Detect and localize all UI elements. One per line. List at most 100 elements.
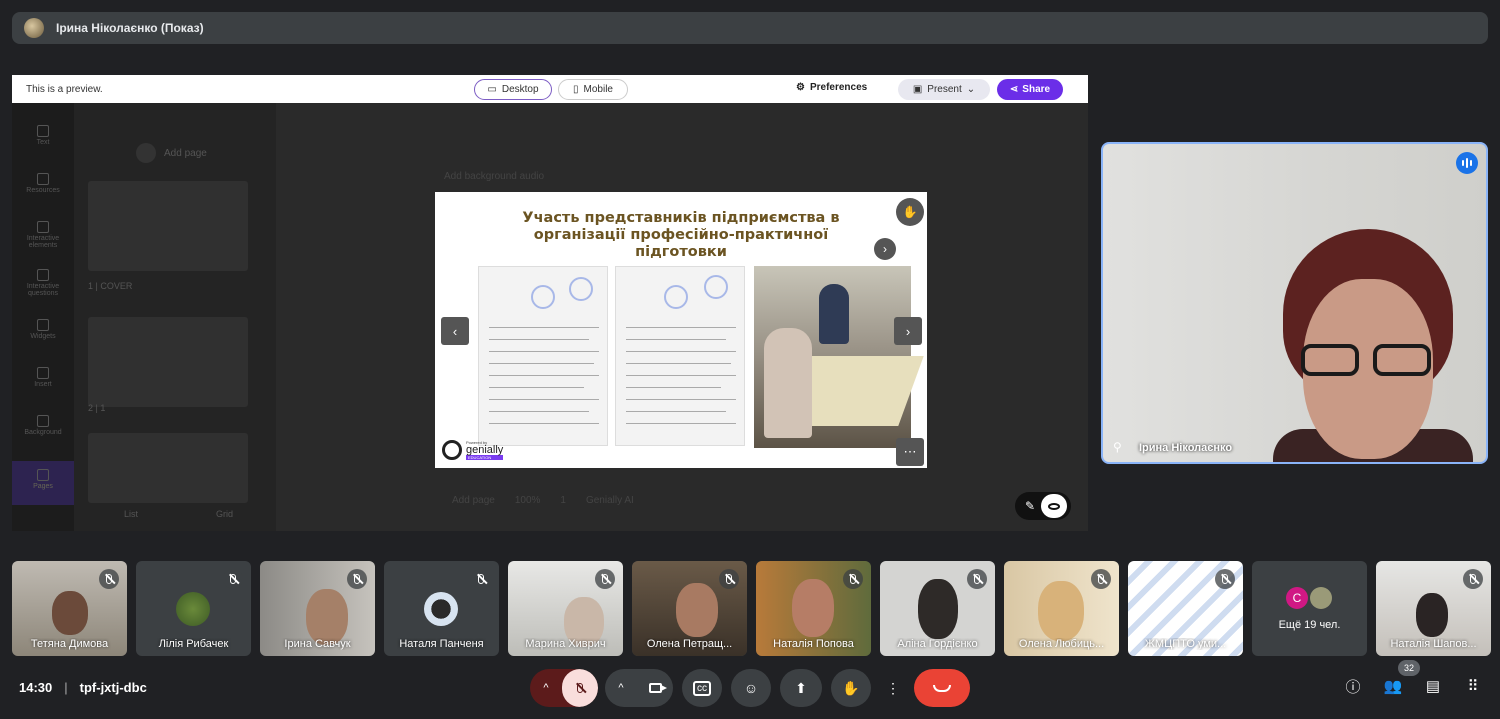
prev-slide-button[interactable]: ‹	[441, 317, 469, 345]
mobile-label: Mobile	[583, 84, 613, 95]
participant-tile[interactable]: Ірина Савчук	[260, 561, 375, 656]
raise-hand-button[interactable]: ✋	[831, 669, 871, 707]
hand-icon: ✋	[842, 679, 860, 696]
preview-notice: This is a preview.	[26, 83, 103, 95]
add-page-button[interactable]: Add page	[136, 143, 207, 163]
tool-text[interactable]: Text	[12, 125, 74, 146]
share-label: Share	[1022, 84, 1051, 95]
participant-name: Олена Любиць...	[1018, 638, 1105, 650]
next-circle-button[interactable]: ›	[874, 238, 896, 260]
pages-icon	[37, 469, 49, 481]
participant-tile[interactable]: Наталія Шапов...	[1376, 561, 1491, 656]
desktop-icon: ▭	[487, 84, 497, 95]
interactive-elements-icon	[37, 221, 49, 233]
share-icon: ⋖	[1009, 84, 1019, 95]
page-label: 1 | COVER	[88, 281, 133, 291]
meeting-time: 14:30	[19, 680, 53, 695]
bottom-add-page[interactable]: Add page	[452, 495, 495, 506]
tool-interactive-elements[interactable]: Interactive elements	[12, 221, 74, 249]
page-number: 1	[560, 495, 566, 506]
pages-panel: Add page 1 | COVER 2 | 1 List Grid	[74, 103, 276, 531]
more-options-icon[interactable]: ⋯	[896, 438, 924, 466]
chevron-up-icon[interactable]: ^	[530, 669, 562, 707]
pin-icon[interactable]: ⚲	[1113, 440, 1122, 454]
chevron-up-icon[interactable]: ^	[605, 669, 637, 707]
meeting-info: 14:30 | tpf-jxtj-dbc	[19, 680, 147, 695]
mic-off-icon	[577, 683, 583, 693]
next-slide-button[interactable]: ›	[894, 317, 922, 345]
preview-bar: This is a preview. ▭ Desktop ▯ Mobile ⚙ …	[12, 75, 1088, 103]
participant-tile[interactable]: Наталя Панченя	[384, 561, 499, 656]
speaking-indicator-icon	[1456, 152, 1478, 174]
participant-name: Наталія Шапов...	[1390, 638, 1477, 650]
mobile-button[interactable]: ▯ Mobile	[558, 79, 628, 100]
tool-insert[interactable]: Insert	[12, 367, 74, 388]
genially-logo-icon	[442, 440, 462, 460]
participant-tile[interactable]: Марина Хиврич	[508, 561, 623, 656]
pencil-icon[interactable]: ✎	[1019, 499, 1041, 513]
captions-button[interactable]: cc	[682, 669, 722, 707]
mic-off-icon	[1091, 569, 1111, 589]
participant-tile[interactable]: Аліна Гордієнко	[880, 561, 995, 656]
participant-tile[interactable]: Олена Любиць...	[1004, 561, 1119, 656]
separator: |	[64, 680, 68, 695]
slide-title: Участь представників підприємства в орга…	[522, 210, 840, 260]
reactions-button[interactable]: ☺	[731, 669, 771, 707]
participant-tile[interactable]: ЖМЦПТО уми...	[1128, 561, 1243, 656]
tool-resources[interactable]: Resources	[12, 173, 74, 194]
presenter-bar: Ірина Ніколаєнко (Показ)	[12, 12, 1488, 44]
mic-off-icon	[595, 569, 615, 589]
mic-off-icon	[223, 569, 243, 589]
participant-name: Тетяна Димова	[30, 638, 109, 650]
more-participants-tile[interactable]: С Ещё 19 чел.	[1252, 561, 1367, 656]
page-thumbnail[interactable]	[88, 181, 248, 271]
info-icon[interactable]: ⓘ	[1344, 677, 1362, 696]
share-button[interactable]: ⋖ Share	[997, 79, 1063, 100]
desktop-button[interactable]: ▭ Desktop	[474, 79, 552, 100]
mic-off-button[interactable]	[562, 669, 598, 707]
captions-icon: cc	[693, 680, 711, 696]
add-background-audio[interactable]: Add background audio	[444, 171, 544, 182]
tool-interactive-questions[interactable]: Interactive questions	[12, 269, 74, 297]
meeting-photo	[754, 266, 924, 448]
active-speaker-tile[interactable]: ⚲ Ірина Ніколаєнко	[1101, 142, 1488, 464]
zoom-level[interactable]: 100%	[515, 495, 541, 506]
end-call-button[interactable]	[914, 669, 970, 707]
grid-view-button[interactable]: Grid	[216, 509, 233, 519]
more-options-button[interactable]: ⋮	[880, 669, 906, 707]
chevron-down-icon: ⌄	[966, 84, 976, 95]
tool-widgets[interactable]: Widgets	[12, 319, 74, 340]
participant-name: Аліна Гордієнко	[897, 638, 978, 650]
participant-tile[interactable]: Олена Петращ...	[632, 561, 747, 656]
mic-off-icon	[719, 569, 739, 589]
presenter-name: Ірина Ніколаєнко (Показ)	[56, 21, 204, 35]
page-thumbnail[interactable]	[88, 433, 248, 503]
eye-icon[interactable]	[1041, 494, 1067, 518]
present-screen-button[interactable]: ⬆	[780, 669, 822, 707]
tool-pages[interactable]: Pages	[12, 461, 74, 505]
camera-button[interactable]	[637, 669, 673, 707]
participant-tile[interactable]: Лілія Рибачек	[136, 561, 251, 656]
chat-icon[interactable]: ▤	[1424, 677, 1442, 695]
activities-icon[interactable]: ⠿	[1464, 677, 1482, 695]
preferences-button[interactable]: ⚙ Preferences	[796, 82, 867, 93]
present-button[interactable]: ▣ Present ⌄	[898, 79, 990, 100]
participant-tile[interactable]: Тетяна Димова	[12, 561, 127, 656]
list-view-button[interactable]: List	[124, 509, 138, 519]
phone-hangup-icon	[933, 684, 951, 692]
edit-view-toggle[interactable]: ✎	[1015, 492, 1071, 520]
participant-tile[interactable]: Наталія Попова	[756, 561, 871, 656]
speaker-name: Ірина Ніколаєнко	[1139, 442, 1233, 454]
people-icon[interactable]: 👥	[1384, 677, 1403, 695]
page-thumbnail[interactable]	[88, 317, 248, 407]
more-participants-label: Ещё 19 чел.	[1278, 619, 1341, 631]
avatar	[424, 592, 458, 626]
presenter-avatar	[24, 18, 44, 38]
tool-background[interactable]: Background	[12, 415, 74, 436]
genially-ai-button[interactable]: Genially AI	[586, 495, 634, 506]
hand-cursor-icon[interactable]: ✋	[896, 198, 924, 226]
background-icon	[37, 415, 49, 427]
camera-icon	[648, 683, 667, 693]
insert-icon	[37, 367, 49, 379]
camera-control: ^	[605, 669, 673, 707]
